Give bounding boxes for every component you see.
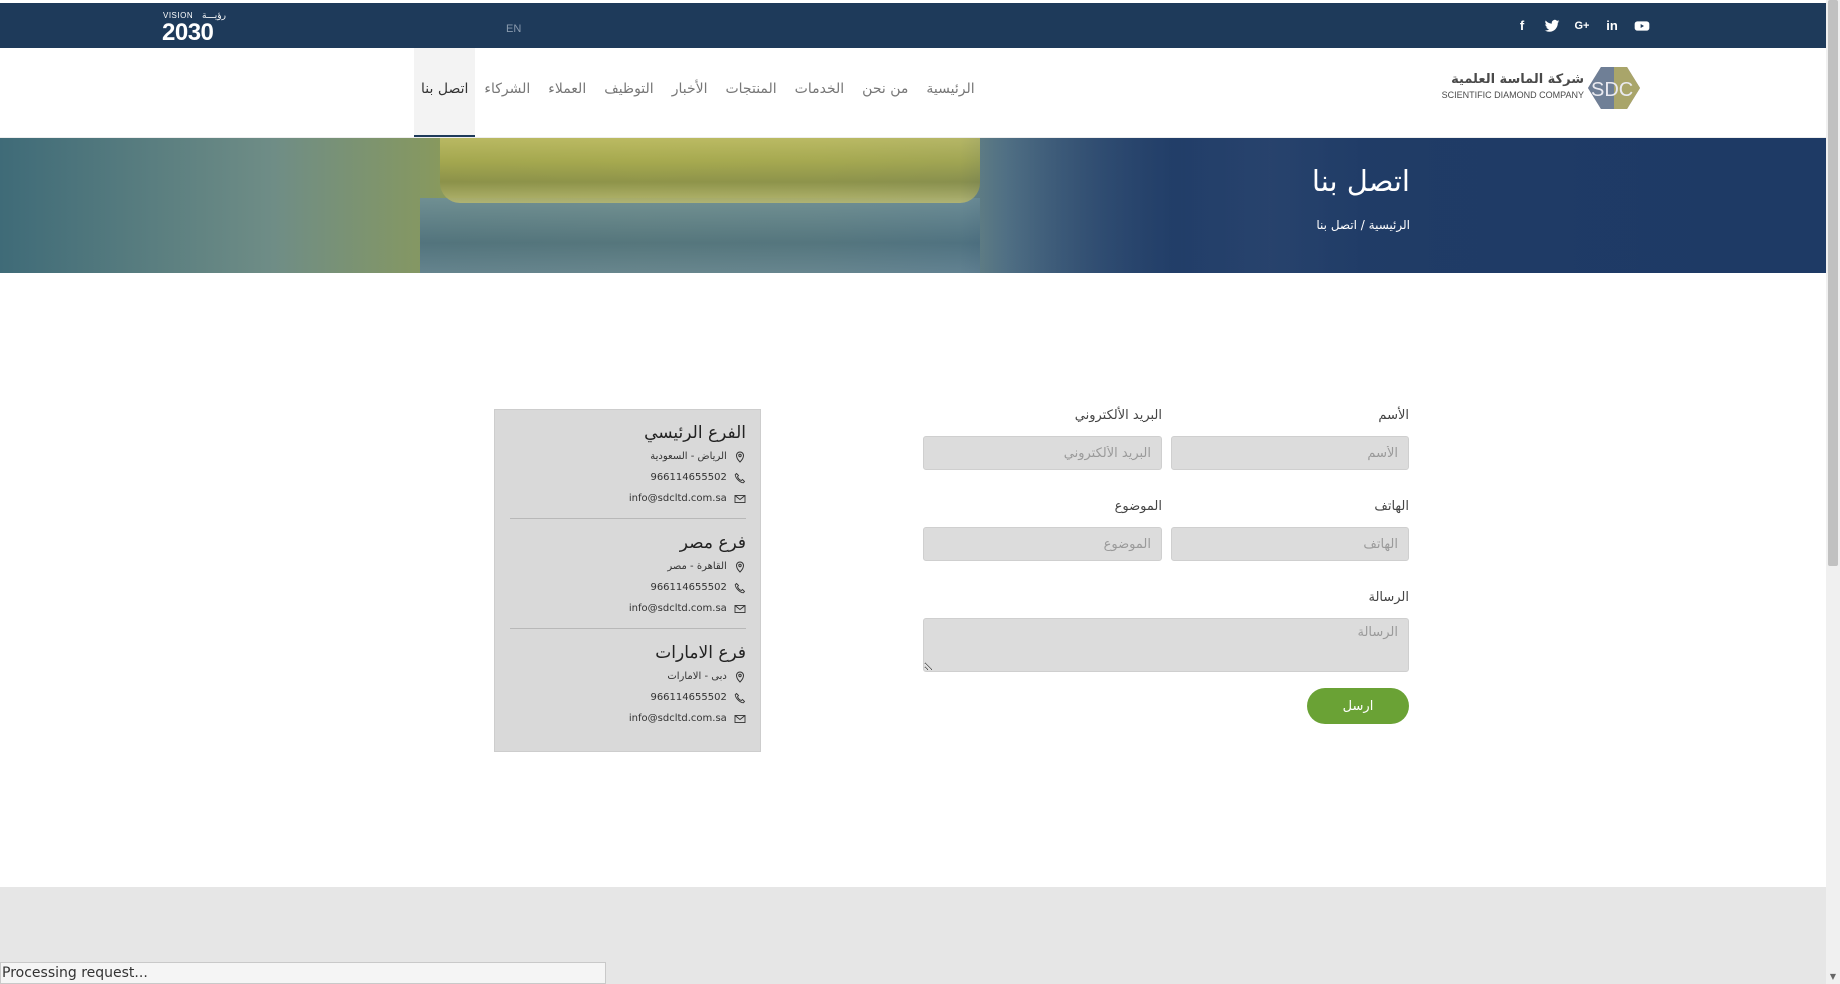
branch-divider bbox=[510, 518, 746, 519]
phone-icon bbox=[734, 692, 746, 703]
email-icon bbox=[734, 494, 746, 503]
logo-mark-text: SDC bbox=[1591, 79, 1633, 101]
banner-jar-lid bbox=[440, 138, 980, 203]
page-banner: اتصل بنا الرئيسية / اتصل بنا bbox=[0, 138, 1826, 273]
linkedin-icon[interactable]: in bbox=[1604, 18, 1620, 34]
name-label: الأسم bbox=[1378, 408, 1409, 423]
branch-email: info@sdcltd.com.sa bbox=[510, 488, 746, 509]
branch-phone-text[interactable]: 966114655502 bbox=[650, 472, 726, 483]
nav-item-news[interactable]: الأخبار bbox=[663, 48, 717, 137]
nav-item-about[interactable]: من نحن bbox=[853, 48, 917, 137]
send-button[interactable]: ارسل bbox=[1307, 688, 1409, 724]
branch-email-link[interactable]: info@sdcltd.com.sa bbox=[629, 713, 727, 724]
branch-email-link[interactable]: info@sdcltd.com.sa bbox=[629, 603, 727, 614]
branch-phone: 966114655502 bbox=[510, 687, 746, 708]
banner-overlay bbox=[960, 138, 1826, 273]
phone-input[interactable] bbox=[1171, 527, 1409, 561]
scrollbar-thumb[interactable] bbox=[1828, 0, 1838, 566]
phone-label: الهاتف bbox=[1374, 499, 1409, 514]
branch-phone-text[interactable]: 966114655502 bbox=[650, 692, 726, 703]
company-logo[interactable]: شركة الماسة العلمية SCIENTIFIC DIAMOND C… bbox=[1442, 65, 1640, 115]
branch-phone: 966114655502 bbox=[510, 577, 746, 598]
branch-location: الرياض - السعودية bbox=[510, 446, 746, 467]
branch-phone-text[interactable]: 966114655502 bbox=[650, 582, 726, 593]
phone-icon bbox=[734, 472, 746, 483]
email-icon bbox=[734, 604, 746, 613]
name-input[interactable] bbox=[1171, 436, 1409, 470]
youtube-icon[interactable] bbox=[1634, 18, 1650, 34]
branch-divider bbox=[510, 628, 746, 629]
location-pin-icon bbox=[735, 560, 745, 573]
email-label: البريد الألكتروني bbox=[1074, 408, 1162, 423]
branch-title: فرع الامارات bbox=[655, 643, 746, 663]
branch-location-text: دبى - الامارات bbox=[667, 671, 727, 682]
subject-label: الموضوع bbox=[1114, 499, 1162, 514]
nav-item-contact[interactable]: اتصل بنا bbox=[414, 48, 476, 137]
nav-item-partners[interactable]: الشركاء bbox=[475, 48, 539, 137]
vision-year: 2030 bbox=[162, 19, 214, 46]
branch-email-link[interactable]: info@sdcltd.com.sa bbox=[629, 493, 727, 504]
logo-arabic-name: شركة الماسة العلمية bbox=[1451, 72, 1584, 87]
twitter-icon[interactable] bbox=[1544, 18, 1560, 34]
page-title: اتصل بنا bbox=[1311, 164, 1410, 198]
branch-email: info@sdcltd.com.sa bbox=[510, 708, 746, 729]
branch-location: القاهرة - مصر bbox=[510, 556, 746, 577]
branch-egypt: فرع مصر القاهرة - مصر 966114655502 info@… bbox=[510, 530, 746, 619]
nav-item-products[interactable]: المنتجات bbox=[716, 48, 785, 137]
nav-item-services[interactable]: الخدمات bbox=[786, 48, 854, 137]
branch-phone: 966114655502 bbox=[510, 467, 746, 488]
breadcrumb[interactable]: الرئيسية / اتصل بنا bbox=[1316, 218, 1410, 232]
branch-location-text: الرياض - السعودية bbox=[650, 451, 727, 462]
email-icon bbox=[734, 714, 746, 723]
nav-item-clients[interactable]: العملاء bbox=[539, 48, 595, 137]
nav-item-careers[interactable]: التوظيف bbox=[595, 48, 662, 137]
language-switch-link[interactable]: EN bbox=[506, 23, 521, 35]
branch-uae: فرع الامارات دبى - الامارات 966114655502… bbox=[510, 640, 746, 729]
main-header: الرئيسية من نحن الخدمات المنتجات الأخبار… bbox=[0, 48, 1826, 138]
nav-item-home[interactable]: الرئيسية bbox=[917, 48, 983, 137]
banner-jar-body bbox=[420, 198, 980, 273]
phone-icon bbox=[734, 582, 746, 593]
location-pin-icon bbox=[735, 670, 745, 683]
message-textarea[interactable] bbox=[923, 618, 1409, 672]
facebook-icon[interactable]: f bbox=[1514, 18, 1530, 34]
sdc-logo-mark-icon: SDC bbox=[1588, 67, 1640, 109]
branch-title: فرع مصر bbox=[679, 533, 746, 553]
browser-status-bar: Processing request... bbox=[0, 962, 606, 984]
branch-main: الفرع الرئيسي الرياض - السعودية 96611465… bbox=[510, 420, 746, 509]
top-bar: VISION رؤيـــة 2030 EN f G+ in bbox=[0, 3, 1826, 48]
google-plus-icon[interactable]: G+ bbox=[1574, 18, 1590, 34]
location-pin-icon bbox=[735, 450, 745, 463]
scroll-down-arrow-icon[interactable]: ▼ bbox=[1828, 972, 1838, 982]
branch-email: info@sdcltd.com.sa bbox=[510, 598, 746, 619]
main-nav: الرئيسية من نحن الخدمات المنتجات الأخبار… bbox=[414, 48, 984, 137]
social-links: f G+ in bbox=[1514, 18, 1650, 34]
branch-location-text: القاهرة - مصر bbox=[667, 561, 727, 572]
branch-title: الفرع الرئيسي bbox=[644, 423, 746, 443]
vertical-scrollbar[interactable]: ▼ bbox=[1826, 0, 1840, 984]
branch-location: دبى - الامارات bbox=[510, 666, 746, 687]
branches-panel: الفرع الرئيسي الرياض - السعودية 96611465… bbox=[494, 409, 761, 752]
email-input[interactable] bbox=[923, 436, 1162, 470]
logo-english-name: SCIENTIFIC DIAMOND COMPANY bbox=[1441, 90, 1584, 100]
message-label: الرسالة bbox=[1368, 590, 1409, 605]
subject-input[interactable] bbox=[923, 527, 1162, 561]
vision-2030-logo[interactable]: VISION رؤيـــة 2030 bbox=[162, 10, 232, 46]
